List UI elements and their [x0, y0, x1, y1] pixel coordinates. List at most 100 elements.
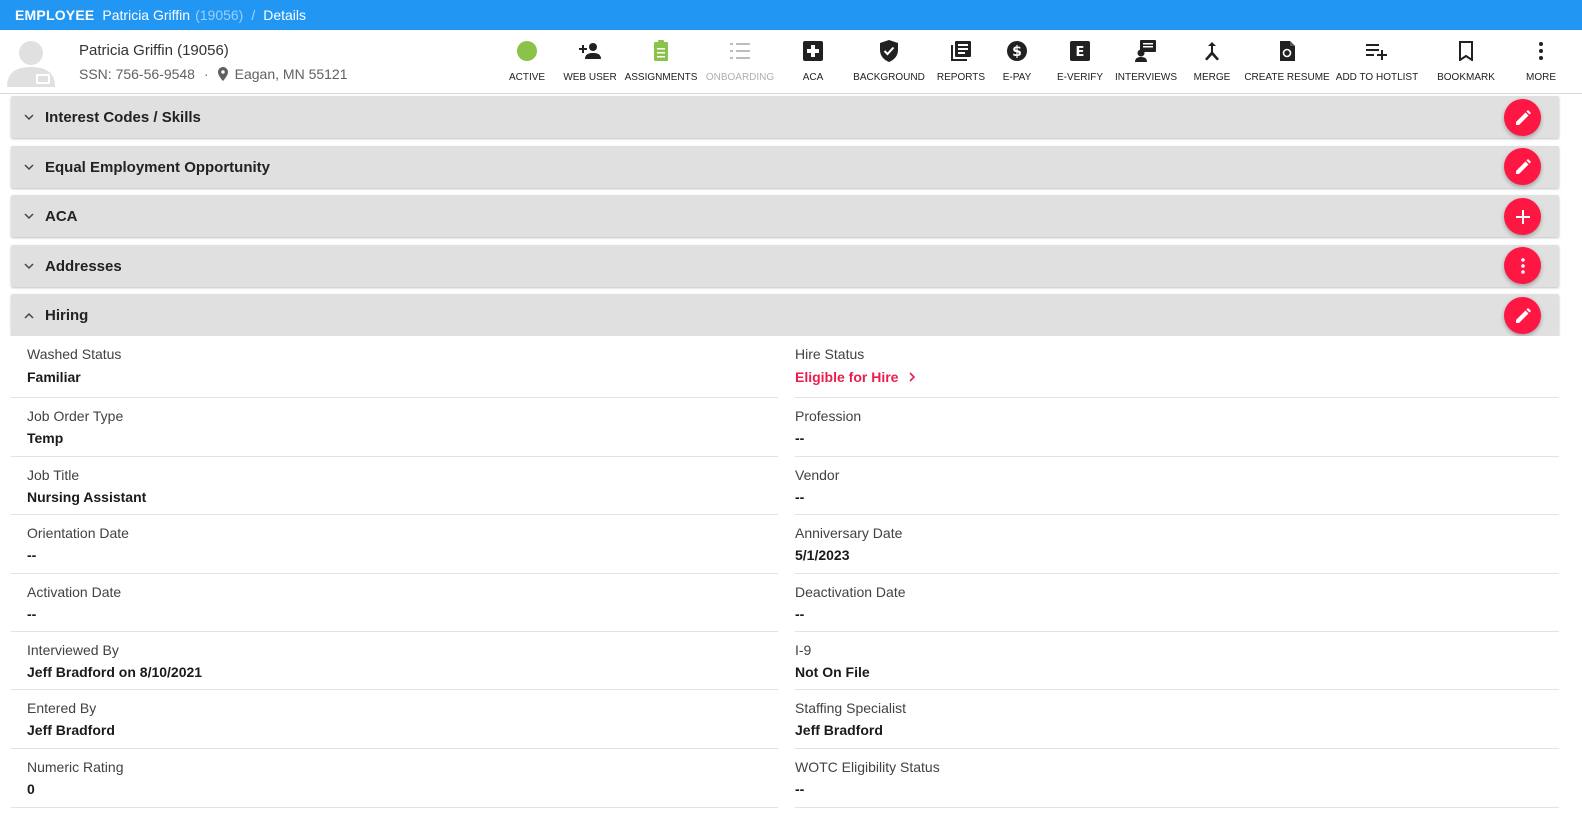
section-header[interactable]: Addresses [11, 245, 1559, 287]
section-aca: ACA [11, 195, 1559, 237]
dollar-circle-icon: $ [1007, 41, 1027, 61]
interview-icon [1135, 40, 1156, 62]
field-profession: Profession -- [795, 398, 1559, 457]
section-header[interactable]: Interest Codes / Skills [11, 96, 1559, 138]
field-value: 5/1/2023 [795, 547, 850, 563]
action-interviews[interactable]: INTERVIEWS [1115, 38, 1177, 92]
action-web-user[interactable]: WEB USER [563, 38, 617, 92]
person-add-icon [579, 43, 601, 59]
action-aca[interactable]: ACA [798, 38, 828, 92]
breadcrumb-employee-name[interactable]: Patricia Griffin [102, 7, 190, 23]
chevron-down-icon [24, 261, 34, 271]
action-add-to-hotlist[interactable]: ADD TO HOTLIST [1335, 38, 1419, 92]
e-verify-icon: E [1070, 41, 1090, 61]
action-label: E-VERIFY [1056, 72, 1104, 83]
section-header[interactable]: ACA [11, 195, 1559, 237]
field-label: Anniversary Date [795, 525, 903, 541]
field-label: Vendor [795, 467, 840, 483]
edit-icon [1515, 158, 1531, 174]
chevron-down-icon [24, 112, 34, 122]
action-bookmark[interactable]: BOOKMARK [1435, 38, 1497, 92]
action-merge[interactable]: MERGE [1192, 38, 1232, 92]
interest-codes-edit-button[interactable] [1504, 99, 1541, 136]
addresses-more-button[interactable] [1504, 247, 1541, 284]
avatar [4, 37, 58, 87]
section-title: Interest Codes / Skills [45, 108, 201, 126]
action-onboarding[interactable]: ONBOARDING [703, 38, 777, 92]
svg-text:E: E [1076, 45, 1085, 60]
action-e-pay[interactable]: $ E-PAY [1002, 38, 1032, 92]
action-active[interactable]: ACTIVE [507, 38, 547, 92]
field-label: Interviewed By [27, 642, 119, 658]
action-label: REPORTS [936, 72, 986, 83]
eeo-edit-button[interactable] [1504, 148, 1541, 185]
field-value: -- [795, 781, 805, 797]
breadcrumb-module[interactable]: EMPLOYEE [15, 7, 94, 23]
hiring-left-column: Washed Status Familiar Job Order Type Te… [11, 336, 778, 808]
action-assignments[interactable]: ASSIGNMENTS [624, 38, 698, 92]
field-value: Familiar [27, 369, 81, 385]
field-label: Hire Status [795, 346, 865, 362]
medical-plus-icon [803, 41, 823, 61]
field-label: Staffing Specialist [795, 700, 907, 716]
checklist-icon [730, 43, 750, 59]
field-wotc-eligibility-status: WOTC Eligibility Status -- [795, 749, 1559, 808]
field-label: Profession [795, 408, 862, 424]
action-create-resume[interactable]: CREATE RESUME [1244, 38, 1330, 92]
action-label: WEB USER [563, 72, 617, 83]
merge-icon [1205, 42, 1219, 61]
section-header[interactable]: Equal Employment Opportunity [11, 146, 1559, 188]
playlist-add-icon [1366, 44, 1387, 60]
field-job-order-type: Job Order Type Temp [11, 398, 778, 457]
field-label: Job Order Type [27, 408, 124, 424]
employee-location: Eagan, MN 55121 [234, 66, 348, 82]
section-title: Hiring [45, 306, 89, 324]
action-more[interactable]: MORE [1523, 38, 1559, 92]
section-hiring: Hiring [11, 294, 1559, 336]
employee-header: Patricia Griffin (19056) SSN: 756-56-954… [0, 30, 1582, 94]
employee-ssn: SSN: 756-56-9548 [79, 66, 195, 82]
field-label: Numeric Rating [27, 759, 124, 775]
hire-status-link[interactable]: Eligible for Hire [795, 369, 916, 385]
field-value: Jeff Bradford on 8/10/2021 [27, 664, 203, 680]
field-label: Washed Status [27, 346, 122, 362]
field-label: Entered By [27, 700, 97, 716]
field-value: -- [27, 547, 37, 563]
shield-check-icon [880, 40, 898, 62]
field-value: Jeff Bradford [27, 722, 115, 738]
section-equal-employment-opportunity: Equal Employment Opportunity [11, 146, 1559, 188]
hiring-edit-button[interactable] [1504, 297, 1541, 334]
more-vertical-icon [1520, 257, 1525, 274]
action-e-verify[interactable]: E E-VERIFY [1056, 38, 1104, 92]
more-vertical-icon [1539, 42, 1543, 60]
action-label: ONBOARDING [705, 72, 775, 83]
bookmark-icon [1459, 41, 1473, 61]
field-orientation-date: Orientation Date -- [11, 515, 778, 574]
section-addresses: Addresses [11, 245, 1559, 287]
action-reports[interactable]: REPORTS [936, 38, 986, 92]
field-entered-by: Entered By Jeff Bradford [11, 690, 778, 749]
aca-add-button[interactable] [1504, 198, 1541, 235]
field-value: -- [27, 606, 37, 622]
field-interviewed-by: Interviewed By Jeff Bradford on 8/10/202… [11, 632, 778, 690]
section-title: Addresses [45, 257, 122, 275]
separator-dot: · [203, 66, 209, 82]
field-washed-status: Washed Status Familiar [11, 336, 778, 398]
field-staffing-specialist: Staffing Specialist Jeff Bradford [795, 690, 1559, 749]
action-label: CREATE RESUME [1244, 72, 1330, 83]
action-label: ADD TO HOTLIST [1335, 72, 1419, 83]
section-header[interactable]: Hiring [11, 294, 1559, 336]
action-label: INTERVIEWS [1114, 72, 1178, 83]
field-label: Deactivation Date [795, 584, 906, 600]
chevron-right-icon [909, 372, 916, 382]
field-label: Job Title [27, 467, 80, 483]
chevron-down-icon [24, 211, 34, 221]
field-value: Temp [27, 430, 64, 446]
edit-icon [1515, 307, 1531, 323]
field-activation-date: Activation Date -- [11, 574, 778, 632]
employee-subinfo: SSN: 756-56-9548 · Eagan, MN 55121 [79, 66, 348, 82]
person-placeholder-icon [7, 41, 55, 87]
action-background[interactable]: BACKGROUND [852, 38, 926, 92]
field-vendor: Vendor -- [795, 457, 1559, 515]
breadcrumb-current: Details [263, 7, 307, 23]
